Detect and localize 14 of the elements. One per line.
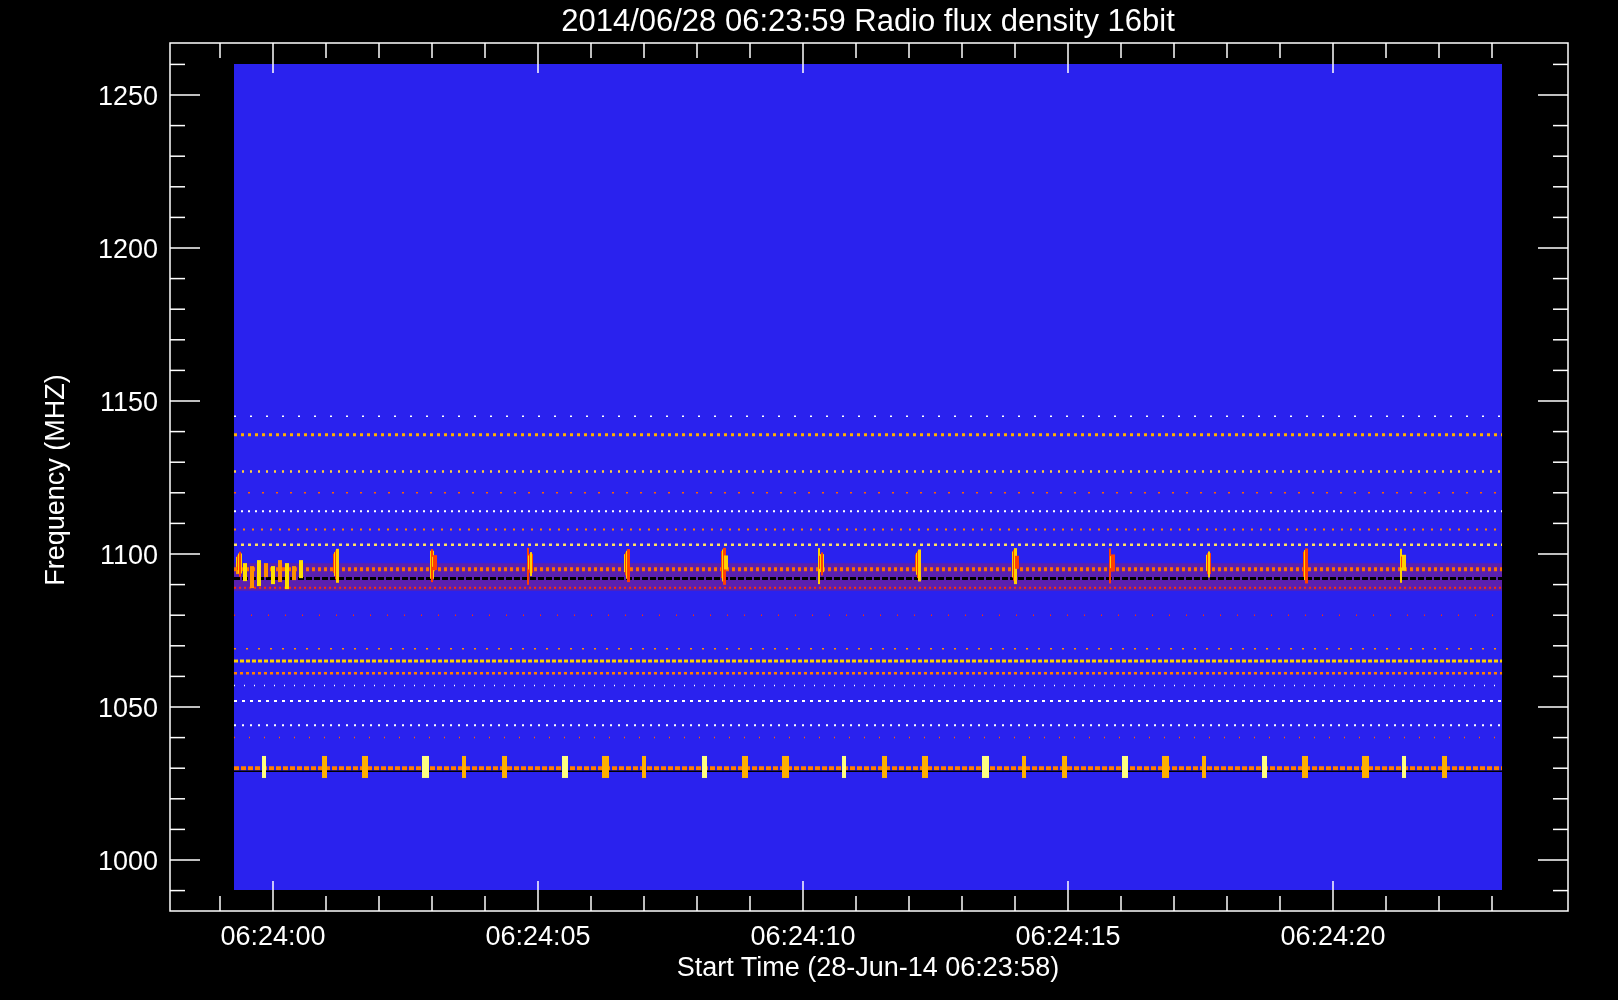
y-tick-label: 1000 — [97, 846, 158, 876]
x-tick-label: 06:24:15 — [1015, 921, 1121, 951]
y-tick-label: 1250 — [97, 81, 158, 111]
x-tick-label: 06:24:20 — [1280, 921, 1386, 951]
y-axis-label: Frequency (MHZ) — [40, 374, 70, 586]
y-tick-label: 1200 — [97, 234, 158, 264]
x-axis-label: Start Time (28-Jun-14 06:23:58) — [676, 952, 1060, 982]
x-tick-label: 06:24:00 — [220, 921, 326, 951]
y-tick-label: 1150 — [99, 387, 158, 417]
y-tick-label: 1100 — [99, 540, 158, 570]
x-tick-label: 06:24:05 — [485, 921, 591, 951]
x-tick-label: 06:24:10 — [750, 921, 856, 951]
y-tick-label: 1050 — [97, 693, 158, 723]
plot-title: 2014/06/28 06:23:59 Radio flux density 16bit — [561, 3, 1175, 38]
